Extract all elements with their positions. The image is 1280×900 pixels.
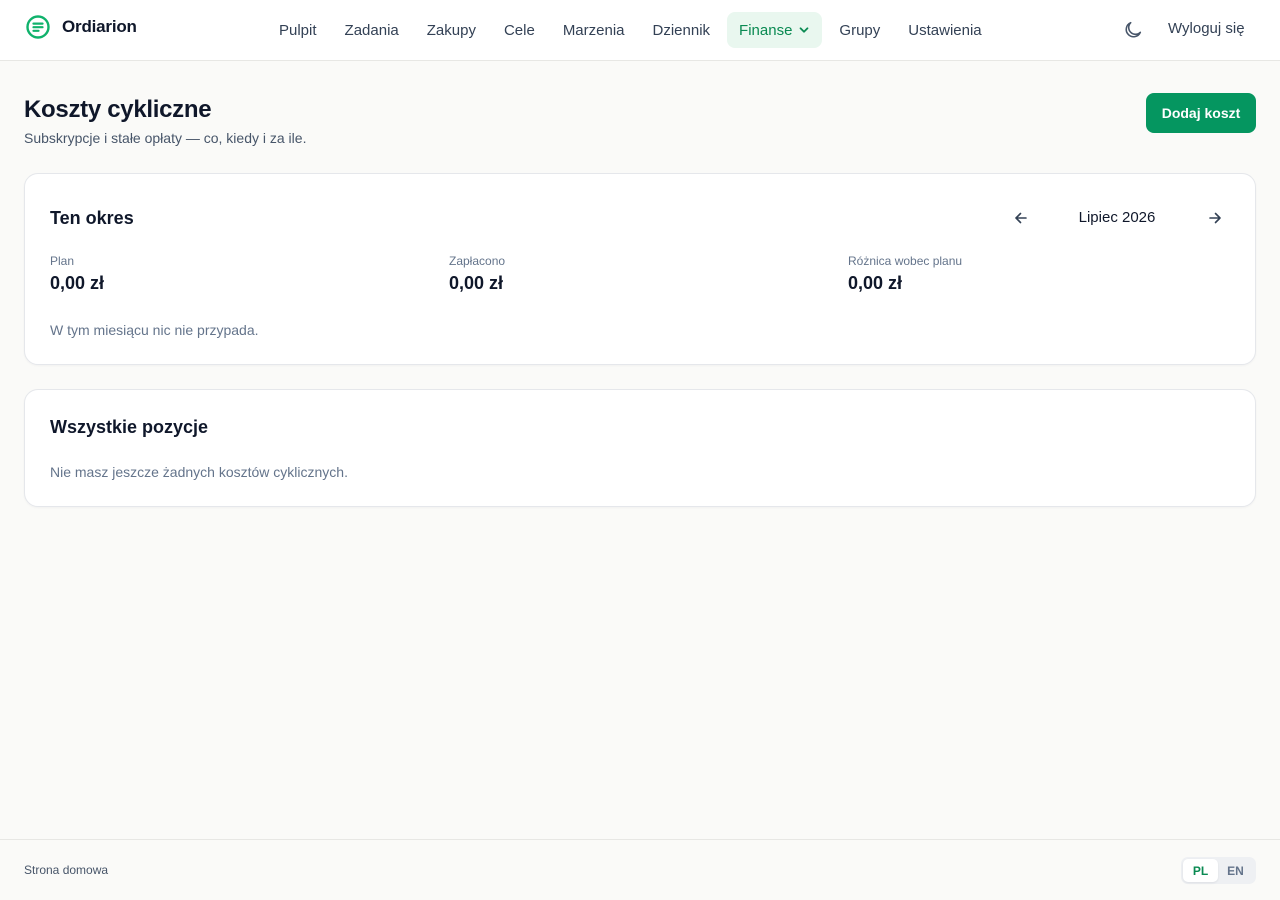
stat-difference: Różnica wobec planu 0,00 zł	[848, 254, 962, 294]
stat-value: 0,00 zł	[50, 273, 105, 293]
lang-option-pl[interactable]: PL	[1183, 859, 1218, 882]
stat-label: Plan	[50, 254, 75, 268]
language-switcher: PL EN	[1181, 857, 1256, 884]
period-label: Lipiec 2026	[1078, 209, 1156, 226]
theme-toggle-button[interactable]	[1122, 19, 1144, 41]
stat-label: Zapłacono	[449, 254, 506, 268]
next-period-button[interactable]	[1205, 208, 1225, 228]
main-nav: Pulpit Zadania Zakupy Cele Marzenia Dzie…	[265, 12, 996, 48]
nav-item-zakupy[interactable]: Zakupy	[413, 12, 490, 48]
chevron-down-icon	[800, 27, 809, 33]
nav-item-finanse[interactable]: Finanse	[727, 12, 823, 48]
all-items-empty-message: Nie masz jeszcze żadnych kosztów cyklicz…	[50, 464, 348, 480]
arrow-left-icon	[1015, 212, 1027, 224]
home-page-link[interactable]: Strona domowa	[24, 863, 108, 877]
period-empty-message: W tym miesiącu nic nie przypada.	[50, 322, 259, 338]
stat-value: 0,00 zł	[449, 273, 504, 293]
period-card-title: Ten okres	[50, 208, 134, 228]
footer: Strona domowa PL EN	[0, 839, 1280, 900]
stat-paid: Zapłacono 0,00 zł	[449, 254, 505, 294]
nav-item-dziennik[interactable]: Dziennik	[639, 12, 725, 48]
nav-item-cele[interactable]: Cele	[490, 12, 549, 48]
stat-label: Różnica wobec planu	[848, 254, 963, 268]
nav-item-ustawienia[interactable]: Ustawienia	[894, 12, 995, 48]
arrow-right-icon	[1209, 212, 1221, 224]
nav-item-marzenia[interactable]: Marzenia	[549, 12, 639, 48]
lang-option-en[interactable]: EN	[1218, 859, 1253, 882]
all-items-card: Wszystkie pozycje Nie masz jeszcze żadny…	[24, 389, 1256, 507]
all-items-title: Wszystkie pozycje	[50, 417, 209, 437]
page-subtitle: Subskrypcje i stałe opłaty — co, kiedy i…	[24, 130, 307, 146]
nav-item-zadania[interactable]: Zadania	[331, 12, 413, 48]
nav-item-finanse-label: Finanse	[739, 21, 793, 39]
brand-name: Ordiarion	[62, 17, 137, 36]
moon-icon	[1125, 21, 1142, 38]
stat-value: 0,00 zł	[848, 273, 903, 293]
nav-item-grupy[interactable]: Grupy	[825, 12, 894, 48]
brand[interactable]: Ordiarion	[26, 15, 137, 39]
previous-period-button[interactable]	[1011, 208, 1031, 228]
current-period-card: Ten okres Lipiec 2026 Plan 0,00 zł Zapła…	[24, 173, 1256, 365]
period-navigator: Lipiec 2026	[1005, 204, 1227, 232]
logout-button[interactable]: Wyloguj się	[1168, 20, 1245, 37]
top-navbar: Ordiarion Pulpit Zadania Zakupy Cele Mar…	[0, 0, 1280, 61]
list-circle-icon	[26, 15, 50, 39]
nav-item-pulpit[interactable]: Pulpit	[265, 12, 331, 48]
stat-plan: Plan 0,00 zł	[50, 254, 104, 294]
add-cost-button[interactable]: Dodaj koszt	[1146, 93, 1256, 133]
page-title: Koszty cykliczne	[24, 96, 212, 123]
